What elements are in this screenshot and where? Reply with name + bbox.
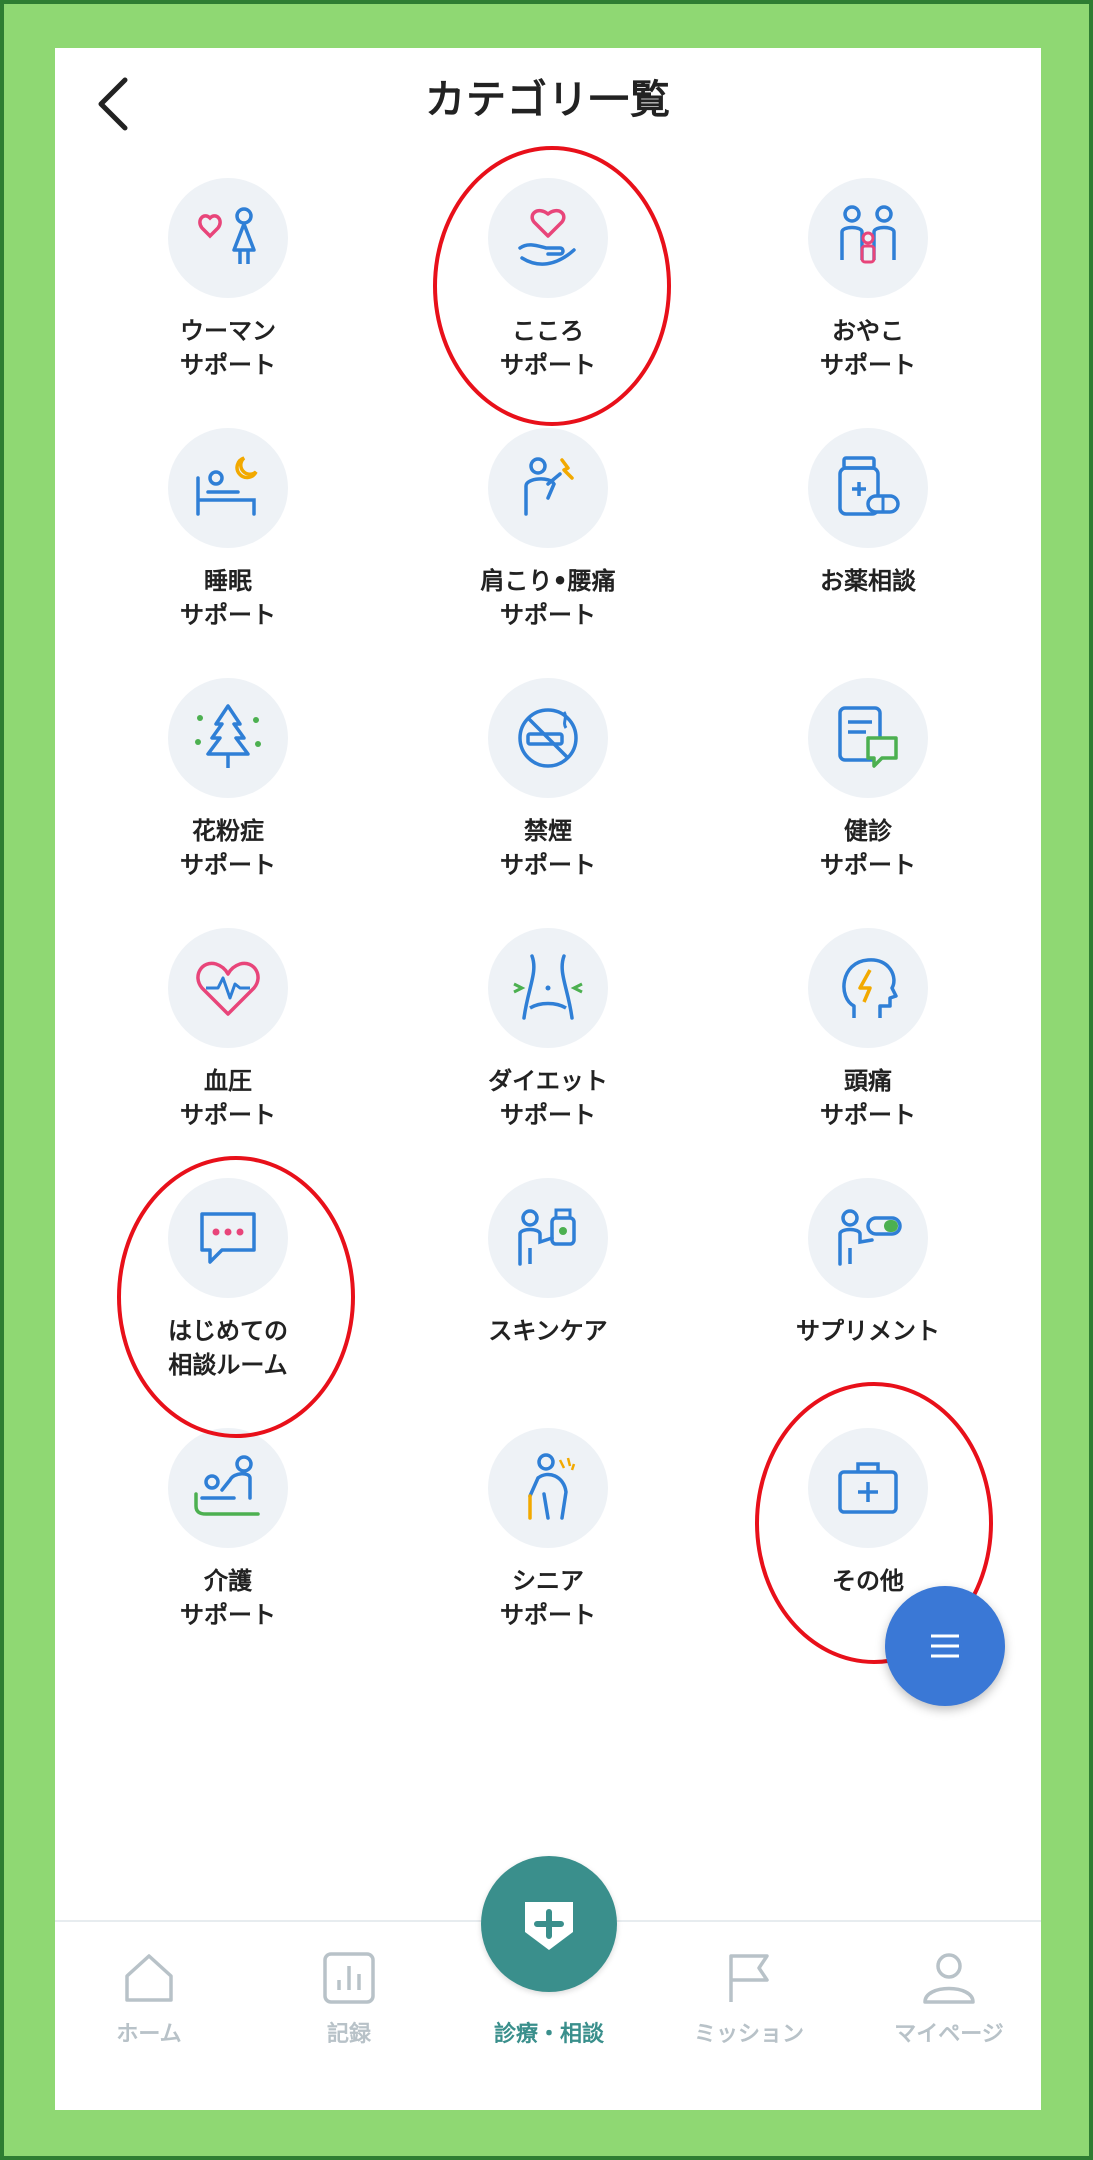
category-senior-support[interactable]: シニア サポート xyxy=(388,1428,708,1678)
chat-bubble-icon xyxy=(168,1178,288,1298)
medicine-bottle-icon xyxy=(808,428,928,548)
first-aid-kit-icon xyxy=(808,1428,928,1548)
shoulder-pain-icon xyxy=(488,428,608,548)
category-quit-smoking-support[interactable]: 禁煙 サポート xyxy=(388,678,708,928)
category-label: ダイエット サポート xyxy=(488,1067,608,1129)
waist-icon xyxy=(488,928,608,1048)
nav-mypage-label: マイページ xyxy=(894,2022,1004,2047)
head-lightning-icon xyxy=(808,928,928,1048)
category-label: シニア サポート xyxy=(500,1567,596,1629)
senior-icon xyxy=(488,1428,608,1548)
category-supplement[interactable]: サプリメント xyxy=(708,1178,1028,1428)
category-label: 肩こり•腰痛 サポート xyxy=(480,567,616,629)
family-icon xyxy=(808,178,928,298)
bar-chart-icon xyxy=(323,1952,375,2004)
category-headache-support[interactable]: 頭痛 サポート xyxy=(708,928,1028,1178)
nav-mypage[interactable]: マイページ xyxy=(859,1950,1039,2100)
nav-mission[interactable]: ミッション xyxy=(659,1950,839,2100)
no-smoking-icon xyxy=(488,678,608,798)
page-title: カテゴリ一覧 xyxy=(425,77,671,123)
category-label: その他 xyxy=(832,1567,904,1595)
person-icon xyxy=(923,1953,975,2004)
category-label: お薬相談 xyxy=(820,567,916,595)
category-label: おやこ サポート xyxy=(820,317,916,379)
nav-record[interactable]: 記録 xyxy=(259,1950,439,2100)
category-diet-support[interactable]: ダイエット サポート xyxy=(388,928,708,1178)
nav-record-label: 記録 xyxy=(326,2022,371,2047)
skincare-icon xyxy=(488,1178,608,1298)
category-label: 血圧 サポート xyxy=(180,1067,276,1129)
category-skincare[interactable]: スキンケア xyxy=(388,1178,708,1428)
category-label: 花粉症 サポート xyxy=(180,817,276,879)
category-label: 健診 サポート xyxy=(820,817,916,879)
category-woman-support[interactable]: ウーマン サポート xyxy=(68,178,388,428)
category-label: 睡眠 サポート xyxy=(180,567,276,629)
category-family-support[interactable]: おやこ サポート xyxy=(708,178,1028,428)
category-checkup-support[interactable]: 健診 サポート xyxy=(708,678,1028,928)
category-medicine-consult[interactable]: お薬相談 xyxy=(708,428,1028,678)
category-label: サプリメント xyxy=(796,1317,940,1345)
category-label: 介護 サポート xyxy=(180,1567,276,1629)
category-label: はじめての 相談ルーム xyxy=(168,1317,288,1379)
sleep-bed-icon xyxy=(168,428,288,548)
nav-consult-label: 診療・相談 xyxy=(493,2022,604,2047)
bottom-navigation: ホーム 記録 診療・相談 ミッション マイページ xyxy=(55,1856,1041,2110)
consult-center-button[interactable] xyxy=(481,1856,617,1992)
home-icon xyxy=(125,1954,173,2002)
checkup-clipboard-icon xyxy=(808,678,928,798)
category-label: ウーマン サポート xyxy=(180,317,276,379)
nav-home[interactable]: ホーム xyxy=(59,1950,239,2100)
category-mind-support[interactable]: こころ サポート xyxy=(388,178,708,428)
category-blood-pressure-support[interactable]: 血圧 サポート xyxy=(68,928,388,1178)
category-hayfever-support[interactable]: 花粉症 サポート xyxy=(68,678,388,928)
category-grid: ウーマン サポート こころ サポート おやこ サポート 睡眠 サポート 肩こり•… xyxy=(55,178,1041,1678)
heart-pulse-icon xyxy=(168,928,288,1048)
woman-heart-icon xyxy=(168,178,288,298)
category-first-consult-room[interactable]: はじめての 相談ルーム xyxy=(68,1178,388,1428)
category-label: 禁煙 サポート xyxy=(500,817,596,879)
category-sleep-support[interactable]: 睡眠 サポート xyxy=(68,428,388,678)
category-caregiving-support[interactable]: 介護 サポート xyxy=(68,1428,388,1678)
floating-menu-button[interactable] xyxy=(885,1586,1005,1706)
pollen-tree-icon xyxy=(168,678,288,798)
category-shoulder-back-support[interactable]: 肩こり•腰痛 サポート xyxy=(388,428,708,678)
app-screen: カテゴリ一覧 ウーマン サポート こころ サポート おやこ サポート 睡眠 サポ… xyxy=(55,48,1041,2110)
nav-mission-label: ミッション xyxy=(693,2022,804,2047)
menu-lines-icon xyxy=(931,1634,959,1658)
caregiving-icon xyxy=(168,1428,288,1548)
category-label: スキンケア xyxy=(488,1317,608,1345)
hand-heart-icon xyxy=(488,178,608,298)
category-label: 頭痛 サポート xyxy=(820,1067,916,1129)
category-label: こころ サポート xyxy=(500,317,596,379)
nav-home-label: ホーム xyxy=(116,2022,182,2047)
supplement-icon xyxy=(808,1178,928,1298)
medical-shield-icon xyxy=(525,1902,573,1950)
flag-icon xyxy=(729,1954,769,2002)
